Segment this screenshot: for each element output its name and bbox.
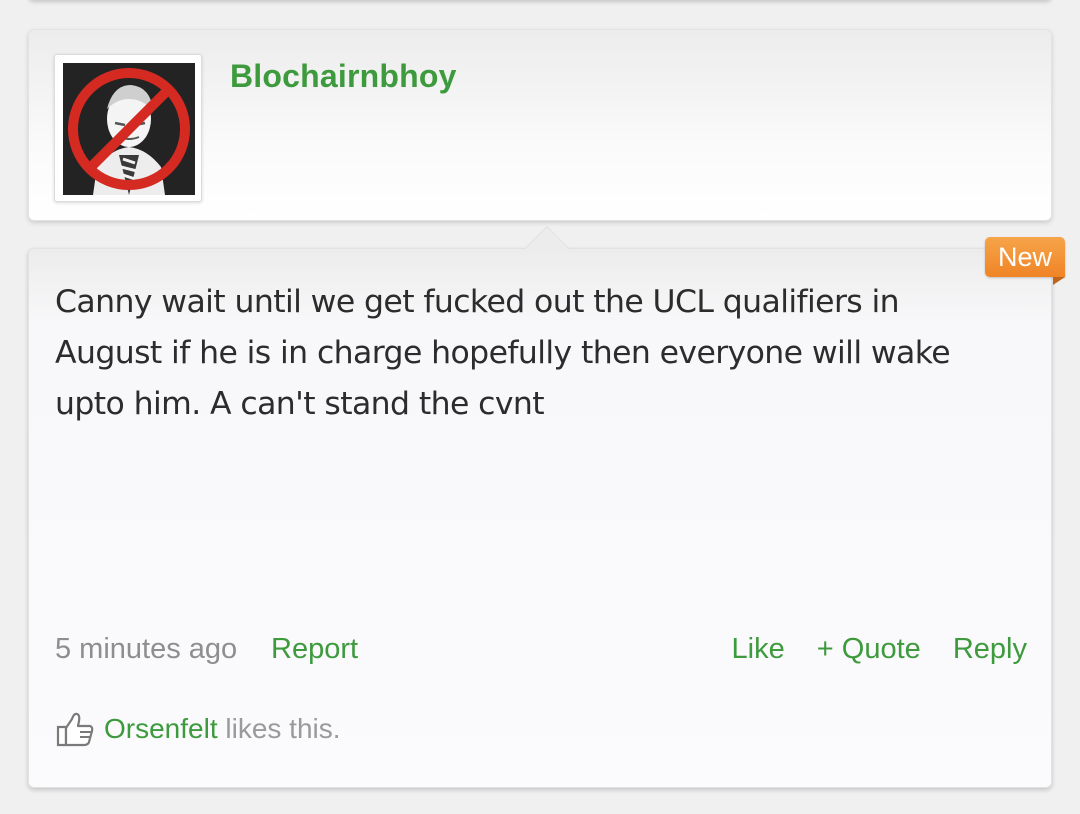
avatar[interactable]: [63, 63, 195, 195]
message-body: Canny wait until we get fucked out the U…: [55, 284, 951, 422]
post-actions: Like + Quote Reply: [708, 629, 1027, 669]
likes-text: Orsenfelt likes this.: [104, 711, 341, 747]
like-link[interactable]: Like: [732, 633, 785, 665]
new-badge-fold: [1053, 277, 1065, 285]
user-info-card: Blochairnbhoy: [28, 29, 1052, 221]
liker-link[interactable]: Orsenfelt: [104, 713, 218, 744]
likes-suffix: likes this.: [217, 713, 341, 744]
report-link[interactable]: Report: [271, 629, 358, 669]
message-card: New Canny wait until we get fucked out t…: [28, 226, 1065, 788]
quote-link[interactable]: + Quote: [817, 633, 921, 665]
reply-link[interactable]: Reply: [953, 633, 1027, 665]
avatar-frame[interactable]: [54, 54, 202, 202]
username-link[interactable]: Blochairnbhoy: [230, 58, 457, 95]
new-badge: New: [985, 237, 1065, 277]
thumbs-up-icon: [56, 712, 94, 747]
post-meta-row: 5 minutes ago Report Like + Quote Reply: [55, 629, 1027, 669]
speech-arrow: [525, 227, 569, 249]
post-timestamp[interactable]: 5 minutes ago: [55, 629, 237, 669]
